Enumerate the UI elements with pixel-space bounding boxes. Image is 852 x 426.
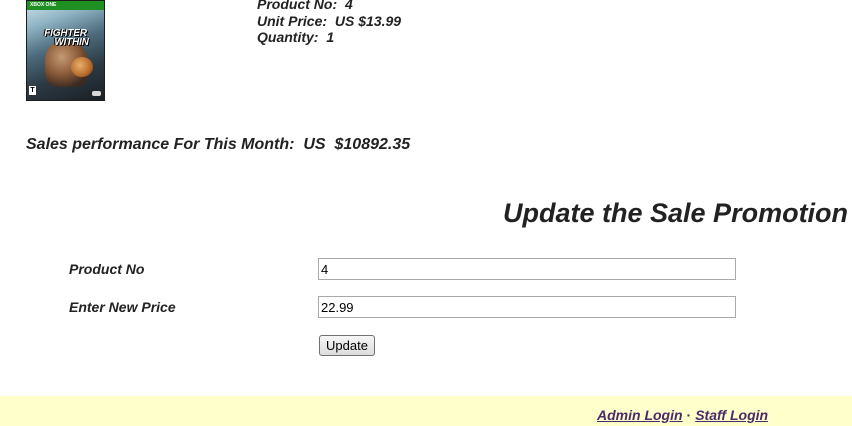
staff-login-link[interactable]: Staff Login bbox=[695, 407, 768, 423]
promotion-heading: Update the Sale Promotion bbox=[503, 198, 849, 228]
new-price-input[interactable] bbox=[318, 296, 736, 318]
unit-price-label: Unit Price: bbox=[257, 12, 328, 29]
product-no-label: Product No: bbox=[257, 0, 338, 12]
product-no-input[interactable] bbox=[318, 258, 736, 280]
product-no-field-label: Product No bbox=[69, 261, 145, 277]
footer-separator: · bbox=[686, 407, 692, 423]
platform-label: XBOX ONE bbox=[27, 1, 104, 10]
cover-art-fist bbox=[71, 57, 93, 77]
quantity-row: Quantity: 1 bbox=[257, 29, 401, 46]
unit-price-row: Unit Price: US $13.99 bbox=[257, 13, 401, 30]
update-button[interactable]: Update bbox=[319, 335, 375, 356]
quantity-value: 1 bbox=[326, 29, 335, 45]
sales-label: Sales performance For This Month: bbox=[26, 136, 295, 153]
footer-links: Admin Login · Staff Login bbox=[597, 407, 768, 423]
product-no-value: 4 bbox=[345, 0, 353, 12]
admin-login-link[interactable]: Admin Login bbox=[597, 407, 683, 423]
publisher-logo bbox=[92, 91, 101, 96]
cover-title-line-2: WITHIN bbox=[54, 37, 89, 48]
product-cover-image: XBOX ONE FIGHTER WITHIN T bbox=[26, 0, 105, 101]
sales-amount: $10892.35 bbox=[334, 136, 411, 153]
product-info: Product No: 4 Unit Price: US $13.99 Quan… bbox=[257, 0, 401, 46]
unit-price-value: US $13.99 bbox=[334, 12, 402, 29]
sales-performance: Sales performance For This Month: US $10… bbox=[26, 136, 410, 154]
rating-badge: T bbox=[29, 86, 36, 95]
product-no-row: Product No: 4 bbox=[257, 0, 401, 13]
footer: Admin Login · Staff Login bbox=[0, 396, 852, 426]
quantity-label: Quantity: bbox=[257, 29, 319, 45]
sales-currency: US bbox=[303, 136, 326, 153]
new-price-field-label: Enter New Price bbox=[69, 299, 176, 315]
